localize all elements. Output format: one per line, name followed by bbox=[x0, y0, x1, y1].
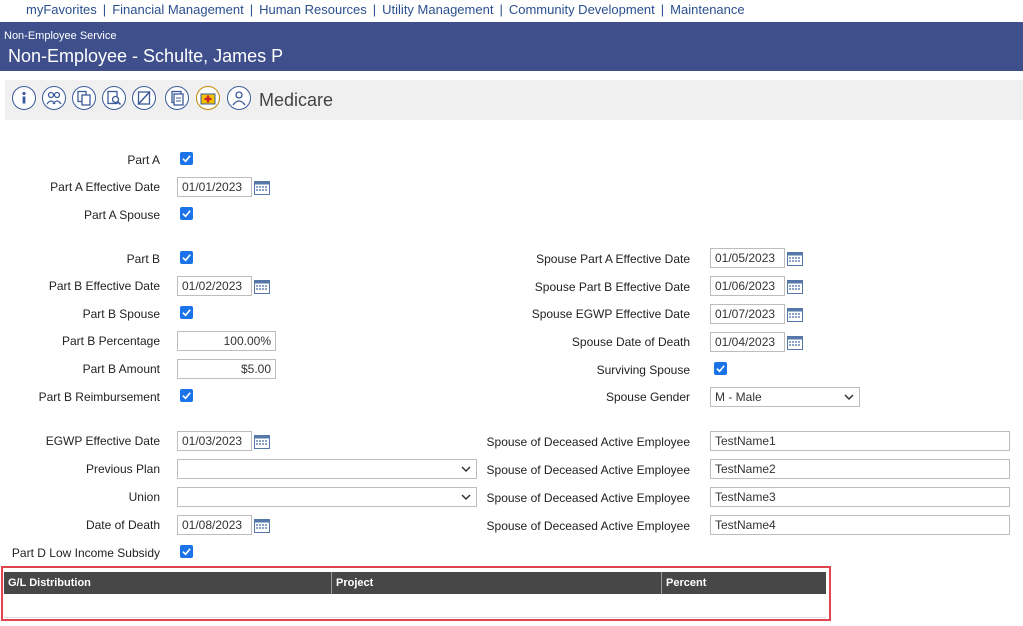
checkmark-icon bbox=[182, 210, 191, 218]
spouse-egwp-effective-date-label: Spouse EGWP Effective Date bbox=[531, 307, 690, 321]
documents-icon[interactable] bbox=[165, 86, 189, 110]
spouse-gender-select[interactable]: M - Male bbox=[710, 387, 860, 407]
gl-distribution-table: G/L Distribution Project Percent bbox=[1, 566, 831, 621]
spouse-of-deceased-input-1[interactable]: TestName1 bbox=[710, 431, 1010, 451]
calendar-icon[interactable] bbox=[787, 251, 803, 266]
nav-financial-management[interactable]: Financial Management bbox=[112, 2, 244, 17]
part-a-effective-date-label: Part A Effective Date bbox=[50, 180, 160, 194]
spouse-of-deceased-label-3: Spouse of Deceased Active Employee bbox=[486, 491, 690, 505]
part-d-low-income-subsidy-label: Part D Low Income Subsidy bbox=[11, 546, 160, 560]
nav-separator: | bbox=[249, 2, 254, 17]
nav-separator: | bbox=[102, 2, 107, 17]
part-a-spouse-label: Part A Spouse bbox=[83, 208, 160, 222]
spouse-part-b-effective-date-label: Spouse Part B Effective Date bbox=[534, 280, 690, 294]
part-a-effective-date-input[interactable]: 01/01/2023 bbox=[177, 177, 252, 197]
part-a-checkbox[interactable] bbox=[180, 152, 193, 165]
spouse-part-b-effective-date-input[interactable]: 01/06/2023 bbox=[710, 276, 785, 296]
spouse-gender-value: M - Male bbox=[715, 390, 762, 404]
no-entry-icon[interactable] bbox=[132, 86, 156, 110]
spouse-of-deceased-label-1: Spouse of Deceased Active Employee bbox=[486, 435, 690, 449]
spouse-of-deceased-input-3[interactable]: TestName3 bbox=[710, 487, 1010, 507]
spouse-of-deceased-label-2: Spouse of Deceased Active Employee bbox=[486, 463, 690, 477]
spouse-date-of-death-label: Spouse Date of Death bbox=[571, 335, 690, 349]
people-icon[interactable] bbox=[42, 86, 66, 110]
part-d-low-income-subsidy-checkbox[interactable] bbox=[180, 545, 193, 558]
page-header: Non-Employee Service Non-Employee - Schu… bbox=[0, 22, 1023, 71]
nav-separator: | bbox=[660, 2, 665, 17]
spouse-egwp-effective-date-input[interactable]: 01/07/2023 bbox=[710, 304, 785, 324]
nav-human-resources[interactable]: Human Resources bbox=[259, 2, 367, 17]
column-gl-distribution[interactable]: G/L Distribution bbox=[4, 572, 332, 594]
medical-icon[interactable] bbox=[196, 86, 220, 110]
calendar-icon[interactable] bbox=[787, 279, 803, 294]
surviving-spouse-checkbox[interactable] bbox=[714, 362, 727, 375]
spouse-date-of-death-input[interactable]: 01/04/2023 bbox=[710, 332, 785, 352]
checkmark-icon bbox=[182, 155, 191, 163]
calendar-icon[interactable] bbox=[787, 307, 803, 322]
calendar-icon[interactable] bbox=[787, 335, 803, 350]
page-title: Non-Employee - Schulte, James P bbox=[8, 46, 284, 66]
spouse-of-deceased-input-4[interactable]: TestName4 bbox=[710, 515, 1010, 535]
checkmark-icon bbox=[182, 548, 191, 556]
nav-myfavorites[interactable]: myFavorites bbox=[26, 2, 97, 17]
nav-separator: | bbox=[372, 2, 377, 17]
spouse-part-a-effective-date-input[interactable]: 01/05/2023 bbox=[710, 248, 785, 268]
spouse-of-deceased-label-4: Spouse of Deceased Active Employee bbox=[486, 519, 690, 533]
top-navigation: myFavorites | Financial Management | Human R… bbox=[0, 0, 1023, 22]
service-name: Non-Employee Service bbox=[4, 30, 117, 42]
top-nav-items: myFavorites | Financial Management | Human R… bbox=[26, 2, 745, 17]
person-icon[interactable] bbox=[227, 86, 251, 110]
nav-separator: | bbox=[499, 2, 503, 17]
column-percent[interactable]: Percent bbox=[662, 572, 826, 594]
part-a-label: Part A bbox=[127, 153, 160, 167]
surviving-spouse-label: Surviving Spouse bbox=[596, 363, 690, 377]
spouse-part-a-effective-date-label: Spouse Part A Effective Date bbox=[536, 252, 690, 266]
spouse-of-deceased-input-2[interactable]: TestName2 bbox=[710, 459, 1010, 479]
toolbar: Medicare bbox=[5, 80, 1023, 120]
calendar-icon[interactable] bbox=[254, 180, 270, 195]
search-document-icon[interactable] bbox=[102, 86, 126, 110]
copy-icon[interactable] bbox=[72, 86, 96, 110]
checkmark-icon bbox=[716, 365, 725, 373]
section-title: Medicare bbox=[259, 90, 334, 110]
nav-maintenance[interactable]: Maintenance bbox=[670, 2, 744, 17]
nav-utility-management[interactable]: Utility Management bbox=[382, 2, 493, 17]
gl-table-header: G/L Distribution Project Percent bbox=[4, 572, 826, 594]
gl-table-body bbox=[4, 594, 826, 618]
chevron-down-icon bbox=[844, 394, 854, 401]
part-a-spouse-checkbox[interactable] bbox=[180, 207, 193, 220]
nav-community-development[interactable]: Community Development bbox=[509, 2, 655, 17]
column-project[interactable]: Project bbox=[332, 572, 662, 594]
info-icon[interactable] bbox=[12, 86, 36, 110]
spouse-gender-label: Spouse Gender bbox=[605, 390, 690, 404]
